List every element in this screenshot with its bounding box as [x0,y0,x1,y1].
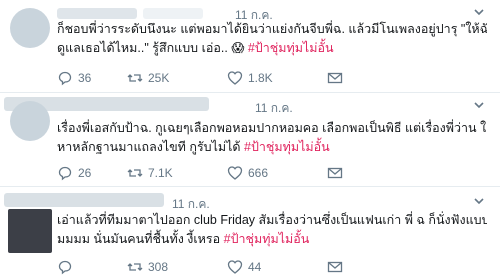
envelope-icon [327,167,343,179]
retweet-count: 308 [148,260,169,274]
retweet-button[interactable]: 25K [127,70,169,86]
reply-button[interactable] [57,259,78,275]
reply-count: 26 [78,166,92,180]
tweet-text-line: ก็ชอบพี่ว่ารระดับนึงนะ แต่พอมาได้ยินว่าแ… [57,22,487,36]
heart-icon [227,71,243,85]
retweet-icon [127,263,143,271]
like-button[interactable]: 44 [227,259,261,275]
retweet-button[interactable]: 308 [127,259,168,275]
avatar[interactable] [8,209,52,253]
tweet-text: เอ่าแล้วที่ทีมมาตาไปออก club Friday สัมเ… [57,211,487,249]
chevron-down-icon[interactable] [471,4,487,20]
heart-icon [227,260,243,274]
tweet-text-line: เอ่าแล้วที่ทีมมาตาไปออก club Friday สัมเ… [57,213,487,227]
like-count: 1.8K [248,71,273,85]
retweet-count: 7.1K [148,166,173,180]
retweet-icon [127,74,143,82]
like-count: 666 [248,166,269,180]
tweet-3[interactable]: 11 ก.ค. เอ่าแล้วที่ทีมมาตาไปออก club Fri… [0,186,500,280]
tweet-header: 11 ก.ค. [57,97,487,115]
avatar[interactable] [10,101,50,141]
tweet-actions: 26 7.1K 666 [57,165,417,181]
retweet-icon [127,169,143,177]
message-button[interactable] [327,70,343,86]
tweet-text: เรื่องพี่เอสกับป้าฉ. กูเฉยๆเลือกพอหอมปาก… [57,119,487,157]
tweet-header: 11 ก.ค. [57,4,487,22]
chevron-down-icon[interactable] [471,97,487,113]
reply-icon [58,71,72,86]
like-button[interactable]: 1.8K [227,70,273,86]
hashtag-link[interactable]: #ป้าชุ่มทุ่มไม่อั้น [244,140,330,154]
tweet-text: ก็ชอบพี่ว่ารระดับนึงนะ แต่พอมาได้ยินว่าแ… [57,20,487,58]
tweet-actions: 308 44 [57,259,417,275]
heart-icon [227,166,243,180]
avatar[interactable] [10,8,50,48]
tweet-2[interactable]: 11 ก.ค. เรื่องพี่เอสกับป้าฉ. กูเฉยๆเลือก… [0,92,500,187]
tweet-text-line: เรื่องพี่เอสกับป้าฉ. กูเฉยๆเลือกพอหอมปาก… [57,121,487,135]
tweet-1[interactable]: 11 ก.ค. ก็ชอบพี่ว่ารระดับนึงนะ แต่พอมาได… [0,0,500,92]
tweet-text-line: ดูแลเธอได้ไหม.." รู้สึกแบบ เอ่อ.. 😱 #ป้า… [57,41,334,55]
hashtag-link[interactable]: #ป้าชุ่มทุ่มไม่อั้น [224,232,310,246]
tweet-actions: 36 25K 1.8K [57,70,417,86]
message-button[interactable] [327,165,343,181]
envelope-icon [327,261,343,273]
reply-icon [58,166,72,181]
tweet-text-line: มมมม นั่นมันคนที่ชื้นทั้ง งี้เหรอ #ป้าชุ… [57,232,310,246]
tweet-text-line: หาหลักฐานมาแถลงไขที กูรับไม่ได้ #ป้าชุ่ม… [57,140,330,154]
like-count: 44 [248,260,262,274]
like-button[interactable]: 666 [227,165,268,181]
tweet-date[interactable]: 11 ก.ค. [255,99,293,118]
chevron-down-icon[interactable] [471,193,487,209]
envelope-icon [327,72,343,84]
reply-button[interactable]: 36 [57,70,91,86]
retweet-button[interactable]: 7.1K [127,165,173,181]
reply-button[interactable]: 26 [57,165,91,181]
tweet-header: 11 ก.ค. [57,193,487,211]
retweet-count: 25K [148,71,170,85]
message-button[interactable] [327,259,343,275]
scream-emoji: 😱 [231,41,245,55]
hashtag-link[interactable]: #ป้าชุ่มทุ่มไม่อั้น [248,41,334,55]
tweet-feed: 11 ก.ค. ก็ชอบพี่ว่ารระดับนึงนะ แต่พอมาได… [0,0,500,280]
reply-icon [58,260,72,275]
author-name-redacted [57,8,137,19]
author-handle-redacted [143,8,203,19]
reply-count: 36 [78,71,92,85]
